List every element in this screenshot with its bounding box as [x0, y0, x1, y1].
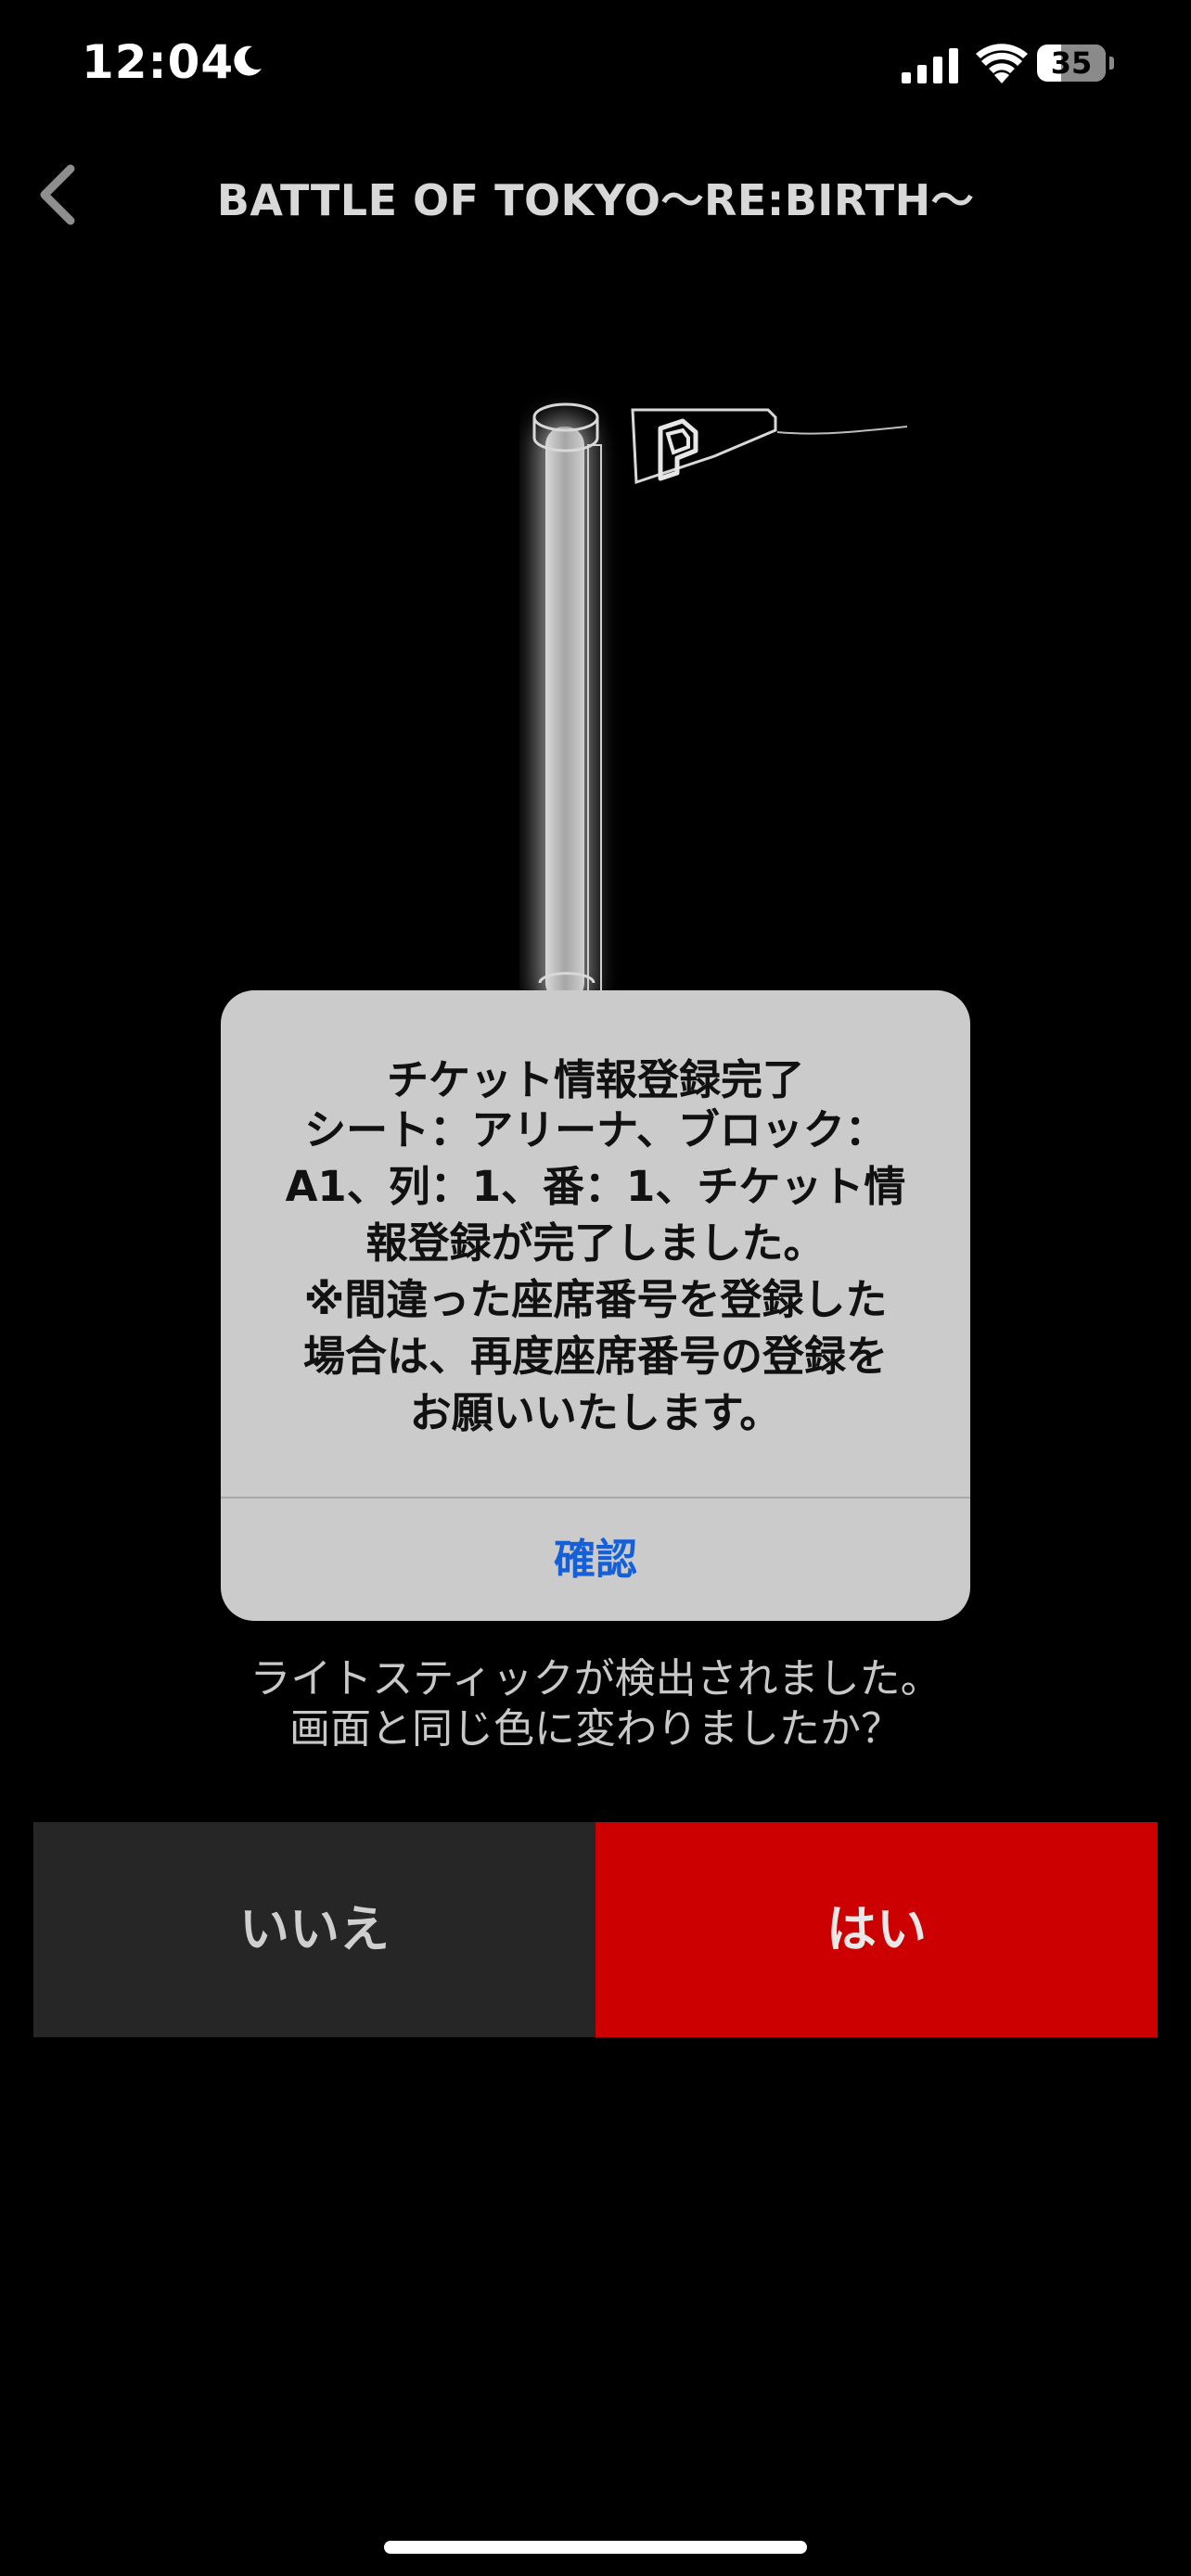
alert-message: シート：アリーナ、ブロック： A1、列：1、番：1、チケット情 報登録が完了しま… [285, 1105, 906, 1437]
alert-dialog: チケット情報登録完了 シート：アリーナ、ブロック： A1、列：1、番：1、チケッ… [221, 990, 970, 1621]
yes-button[interactable]: はい [596, 1822, 1158, 2037]
no-button[interactable]: いいえ [33, 1822, 596, 2037]
detection-question: ライトスティックが検出されました。 画面と同じ色に変わりましたか？ [250, 1655, 941, 1753]
alert-title: チケット情報登録完了 [386, 1055, 804, 1104]
battery-level: 35 [1050, 45, 1093, 81]
home-indicator[interactable] [384, 2541, 807, 2554]
confirm-button[interactable]: 確認 [221, 1498, 970, 1621]
